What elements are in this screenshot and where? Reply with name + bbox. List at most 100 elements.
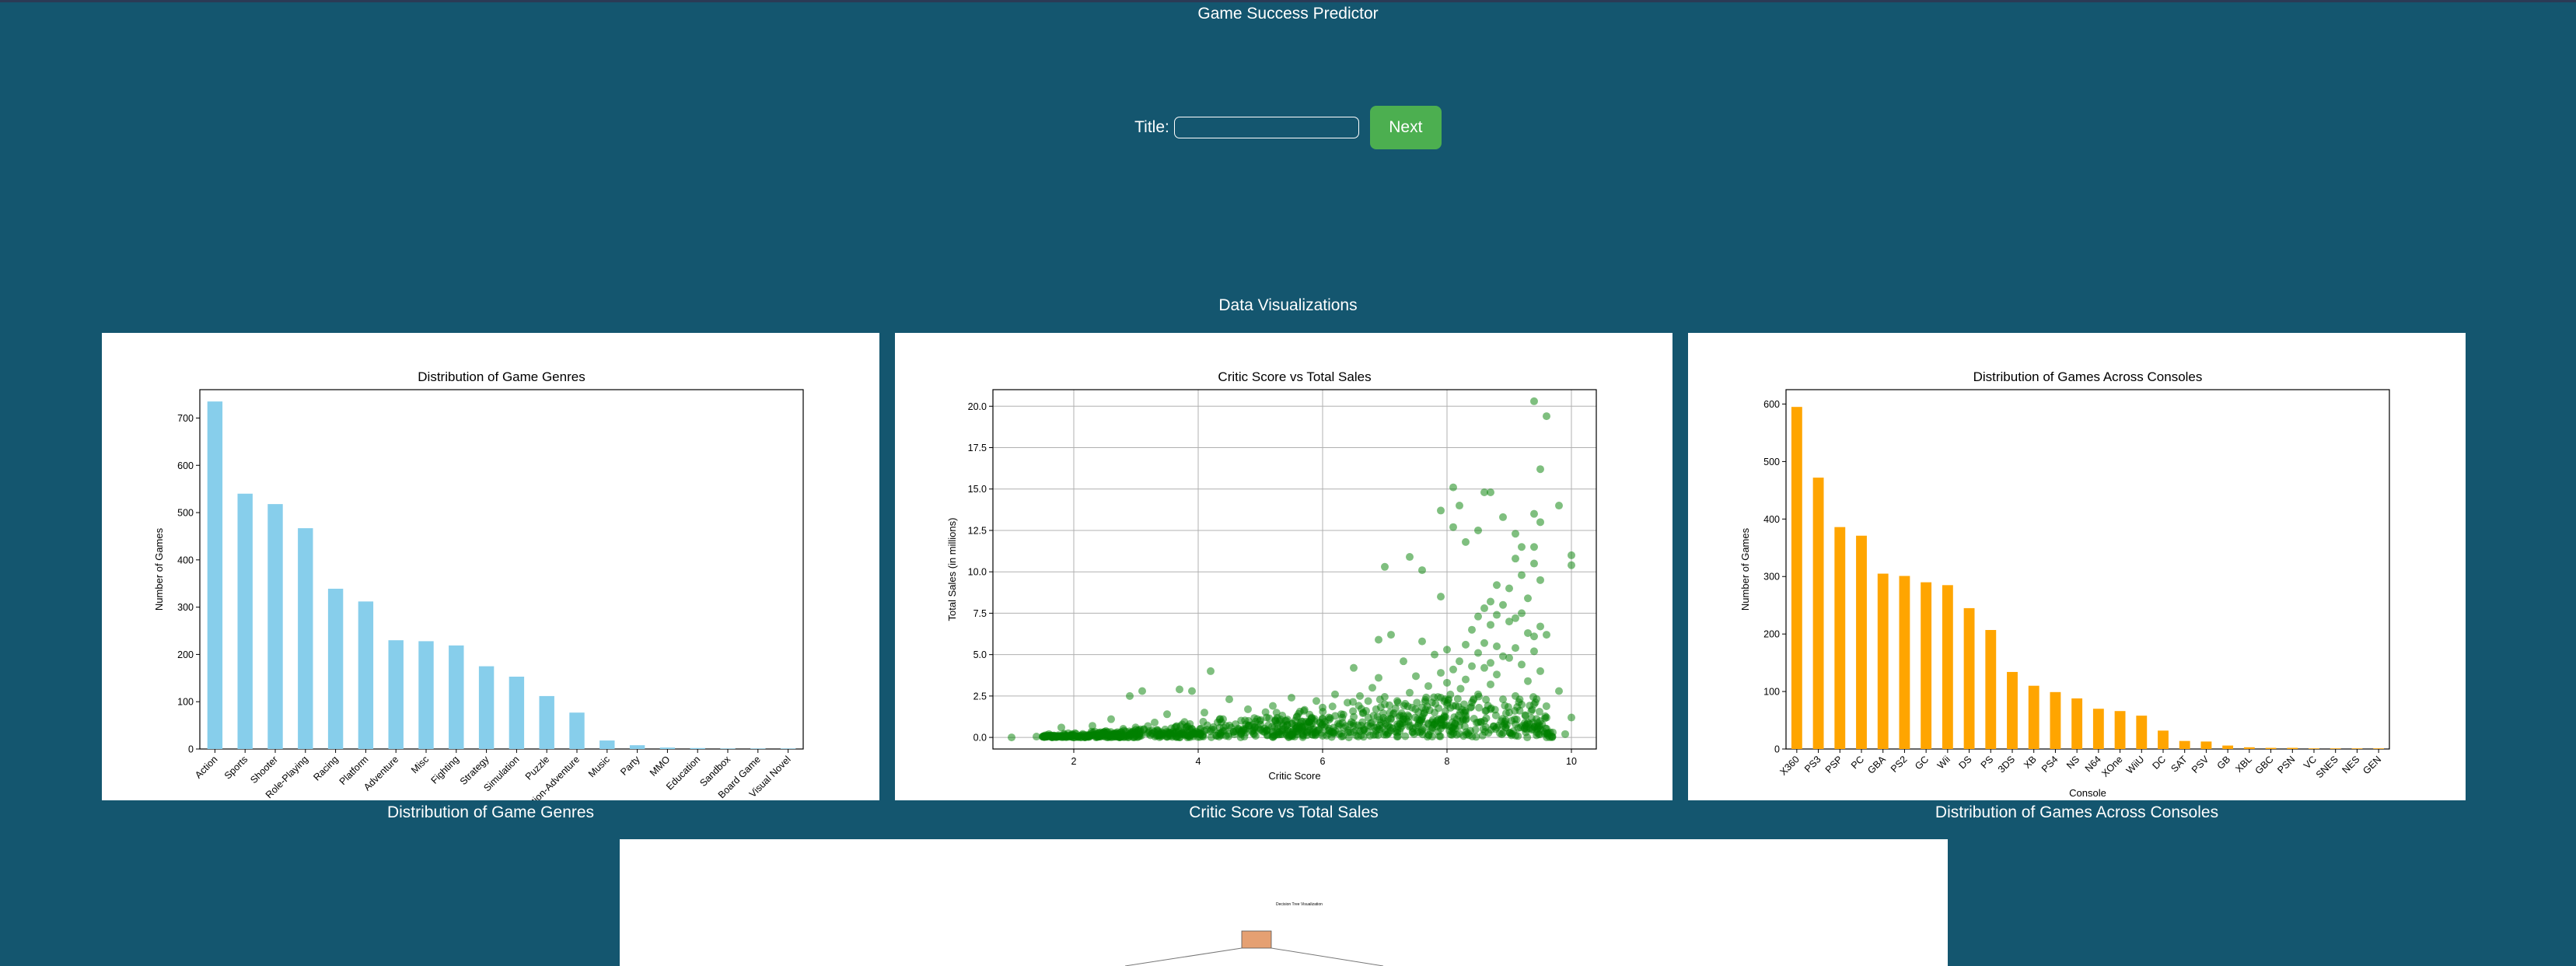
scatter-point bbox=[1530, 397, 1538, 405]
scatter-point bbox=[1008, 733, 1015, 742]
scatter-point bbox=[1375, 635, 1382, 644]
title-input[interactable] bbox=[1173, 117, 1359, 138]
scatter-point bbox=[1113, 730, 1121, 738]
bar-strategy bbox=[478, 666, 495, 749]
scatter-point bbox=[1456, 657, 1463, 666]
sales-chart-card: 2 4 6 8 10 0.0 2.5 5.0 7.5 10.0 12.5 15.0 17.5 20.0 Cr… bbox=[895, 333, 1672, 800]
bar-gb bbox=[2222, 745, 2234, 749]
scatter-point bbox=[1459, 732, 1468, 740]
bar-shooter bbox=[267, 504, 283, 749]
bar-racing bbox=[327, 588, 344, 749]
y-axis-label: Number of Games bbox=[1739, 527, 1751, 611]
scatter-point bbox=[1381, 700, 1389, 709]
x-tick-label: XBL bbox=[2233, 754, 2254, 775]
scatter-point bbox=[1536, 576, 1544, 584]
bar-ps3 bbox=[1812, 478, 1824, 749]
scatter-point bbox=[1057, 723, 1065, 732]
bar-puzzle bbox=[539, 695, 554, 749]
bar-wii bbox=[1942, 585, 1953, 749]
y-tick-label: 0 bbox=[1774, 744, 1780, 755]
scatter-point bbox=[1456, 502, 1463, 510]
scatter-point bbox=[1493, 581, 1501, 590]
scatter-point bbox=[1475, 703, 1484, 712]
x-tick-label: PSP bbox=[1823, 754, 1845, 775]
decision-tree-title: Decision Tree Visualization bbox=[1276, 902, 1323, 907]
scatter-point bbox=[1487, 488, 1494, 496]
scatter-point bbox=[1257, 725, 1264, 733]
bar-ns bbox=[2071, 698, 2083, 749]
bar-psp bbox=[1834, 527, 1846, 749]
scatter-point bbox=[1474, 649, 1482, 657]
tree-edge-right bbox=[1271, 947, 1384, 966]
scatter-point bbox=[1411, 705, 1420, 713]
bar-visual-novel bbox=[780, 748, 796, 749]
y-tick-label: 15.0 bbox=[968, 484, 987, 495]
scatter-point bbox=[1288, 732, 1297, 740]
scatter-point bbox=[1487, 597, 1494, 606]
bar-education bbox=[690, 747, 705, 749]
scatter-point bbox=[1126, 691, 1134, 700]
critic-sales-chart: 2 4 6 8 10 0.0 2.5 5.0 7.5 10.0 12.5 15.0 17.5 20.0 Cr… bbox=[946, 369, 1597, 782]
scatter-point bbox=[1219, 715, 1227, 723]
x-tick-label: 4 bbox=[1196, 756, 1201, 767]
y-tick-label: 100 bbox=[1763, 687, 1780, 698]
bar-music bbox=[599, 740, 615, 749]
x-tick-label: 6 bbox=[1320, 756, 1326, 767]
scatter-point bbox=[1535, 708, 1543, 716]
x-tick-label: PSV bbox=[2190, 754, 2211, 775]
scatter-point bbox=[1437, 593, 1445, 601]
scatter-point bbox=[1331, 690, 1339, 698]
x-tick-label: GB bbox=[2215, 754, 2233, 772]
y-tick-label: 20.0 bbox=[968, 401, 987, 412]
bar-mmo bbox=[659, 747, 676, 749]
bar-board-game bbox=[750, 748, 766, 749]
bar-party bbox=[629, 745, 645, 749]
scatter-point bbox=[1089, 722, 1096, 730]
y-axis-label: Total Sales (in millions) bbox=[946, 518, 958, 621]
scatter-point bbox=[1418, 566, 1426, 575]
plot-frame bbox=[199, 389, 804, 750]
scatter-point bbox=[1281, 716, 1289, 725]
scatter-point bbox=[1379, 716, 1388, 725]
scatter-point bbox=[1412, 672, 1420, 681]
next-button[interactable]: Next bbox=[1369, 106, 1442, 149]
bar-sat bbox=[2179, 740, 2190, 749]
scatter-point bbox=[1518, 609, 1526, 618]
bar-wiiu bbox=[2136, 716, 2148, 749]
scatter-point bbox=[1491, 711, 1500, 719]
scatter-point bbox=[1176, 685, 1183, 694]
x-tick-label: PS4 bbox=[2039, 754, 2060, 775]
scatter-point bbox=[1393, 720, 1401, 729]
scatter-point bbox=[1505, 653, 1513, 662]
y-tick-label: 2.5 bbox=[973, 691, 987, 702]
scatter-point bbox=[1424, 720, 1432, 729]
scatter-point bbox=[1524, 718, 1532, 726]
scatter-point bbox=[1325, 713, 1333, 722]
x-tick-label: Action bbox=[193, 754, 219, 780]
genre-chart-caption: Distribution of Game Genres bbox=[386, 803, 595, 821]
x-tick-label: Wii bbox=[1935, 754, 1952, 771]
scatter-point bbox=[1505, 618, 1513, 626]
bar-sandbox bbox=[720, 748, 736, 749]
scatter-point bbox=[1437, 506, 1445, 515]
scatter-point bbox=[1375, 725, 1382, 733]
y-tick-label: 500 bbox=[177, 508, 194, 519]
x-tick-label: NES bbox=[2340, 754, 2361, 775]
scatter-point bbox=[1250, 714, 1259, 723]
tree-root-node bbox=[1241, 930, 1272, 949]
scatter-point bbox=[1403, 702, 1412, 711]
scatter-point bbox=[1306, 722, 1314, 730]
title-form: Title: Next bbox=[0, 106, 2576, 149]
x-tick-label: XOne bbox=[2099, 754, 2125, 779]
scatter-point bbox=[1431, 709, 1438, 717]
scatter-point bbox=[1487, 621, 1494, 629]
bar-xb bbox=[2028, 685, 2039, 749]
bar-ds bbox=[1963, 607, 1975, 749]
scatter-point bbox=[1449, 483, 1457, 492]
y-tick-label: 300 bbox=[1763, 572, 1780, 583]
scatter-point bbox=[1480, 604, 1488, 613]
bar-xone bbox=[2114, 711, 2126, 749]
scatter-point bbox=[1443, 646, 1451, 654]
scatter-point bbox=[1107, 715, 1115, 723]
scatter-point bbox=[1300, 707, 1308, 716]
